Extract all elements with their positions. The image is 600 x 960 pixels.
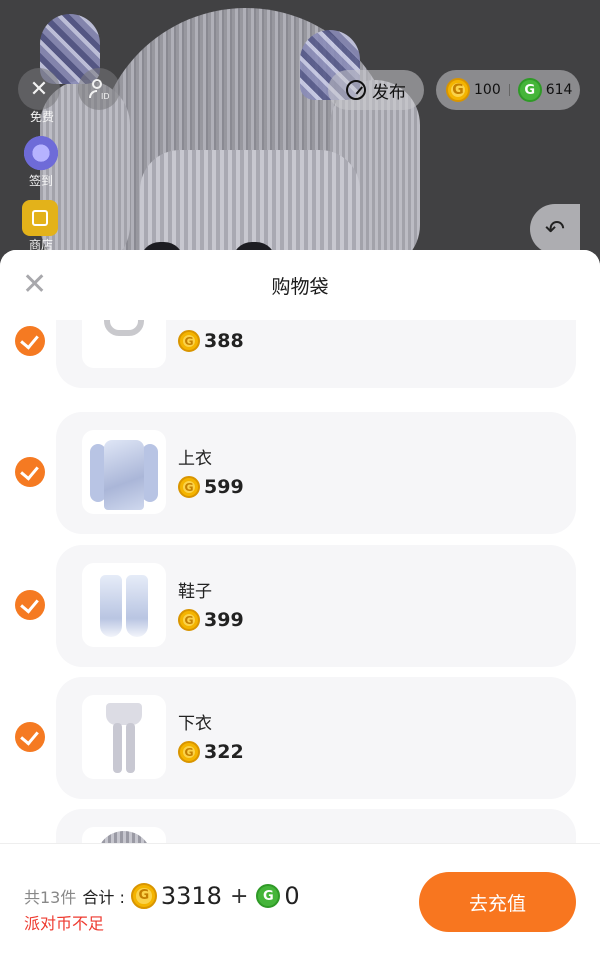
item-card[interactable]: 鞋子 G 399 bbox=[56, 545, 576, 667]
order-summary: 共13件 合计 : G 3318 + G 0 bbox=[24, 882, 300, 910]
gold-coin-icon: G bbox=[178, 330, 200, 352]
side-menu-free-label[interactable]: 免费 bbox=[20, 108, 64, 125]
item-name: 下衣 bbox=[178, 714, 212, 734]
item-list[interactable]: 手表 G 388 上衣 G 599 bbox=[0, 320, 600, 843]
item-thumbnail-hair bbox=[82, 827, 166, 843]
item-thumbnail-bottoms bbox=[82, 695, 166, 779]
publish-button[interactable]: 发布 bbox=[328, 70, 424, 110]
item-price: G 322 bbox=[178, 741, 244, 763]
total-label: 合计 : bbox=[82, 888, 125, 907]
checkin-icon[interactable] bbox=[22, 136, 60, 174]
item-card[interactable]: 发型 bbox=[56, 809, 576, 843]
green-coin-icon: G bbox=[517, 78, 542, 102]
list-item[interactable]: 手表 G 388 bbox=[0, 320, 600, 388]
item-price: G 599 bbox=[178, 476, 244, 498]
sheet-title: 购物袋 bbox=[271, 276, 329, 298]
green-balance: 614 bbox=[545, 82, 573, 98]
avatar-preview: ✕ ID 免费 签到 商店 发布 G 100 G 614 ↶ bbox=[0, 0, 600, 260]
total-gold-value: 3318 bbox=[160, 882, 222, 910]
undo-button[interactable]: ↶ bbox=[530, 204, 580, 254]
list-item[interactable]: 鞋子 G 399 bbox=[0, 545, 600, 667]
item-price-value: 322 bbox=[204, 741, 244, 763]
publish-icon bbox=[346, 80, 366, 100]
item-count: 共13件 bbox=[24, 888, 77, 907]
item-thumbnail-top bbox=[82, 430, 166, 514]
total-gold: G 3318 bbox=[130, 882, 222, 910]
close-icon[interactable]: ✕ bbox=[18, 68, 60, 110]
checkbox-checked[interactable] bbox=[15, 457, 45, 487]
gold-coin-icon: G bbox=[178, 741, 200, 763]
item-price-value: 599 bbox=[204, 476, 244, 498]
svg-text:ID: ID bbox=[101, 92, 110, 101]
undo-icon: ↶ bbox=[544, 215, 566, 243]
currency-balance[interactable]: G 100 G 614 bbox=[436, 70, 580, 110]
item-thumbnail-watch bbox=[82, 320, 166, 368]
gold-coin-icon: G bbox=[130, 883, 157, 909]
gold-coin-icon: G bbox=[446, 78, 470, 102]
checkbox-checked[interactable] bbox=[15, 722, 45, 752]
total-green: G 0 bbox=[256, 882, 300, 910]
total-green-value: 0 bbox=[284, 882, 300, 910]
item-name: 上衣 bbox=[178, 449, 212, 469]
plus-sign: + bbox=[229, 883, 249, 909]
item-price: G 388 bbox=[178, 330, 244, 352]
gold-coin-icon: G bbox=[178, 476, 200, 498]
checkout-bar: 共13件 合计 : G 3318 + G 0 派对币不足 去充值 bbox=[0, 843, 600, 960]
recharge-button[interactable]: 去充值 bbox=[419, 872, 576, 932]
list-item[interactable]: 下衣 G 322 bbox=[0, 677, 600, 799]
item-price-value: 388 bbox=[204, 330, 244, 352]
gold-coin-icon: G bbox=[178, 609, 200, 631]
green-coin-icon: G bbox=[256, 884, 281, 908]
item-name: 鞋子 bbox=[178, 582, 212, 602]
shopping-bag-sheet: ✕ 购物袋 手表 G 388 bbox=[0, 250, 600, 960]
item-card[interactable]: 上衣 G 599 bbox=[56, 412, 576, 534]
insufficient-balance-warning: 派对币不足 bbox=[24, 914, 105, 933]
checkbox-checked[interactable] bbox=[15, 326, 45, 356]
user-id-icon[interactable]: ID bbox=[78, 68, 120, 110]
checkbox-checked[interactable] bbox=[15, 590, 45, 620]
list-item[interactable]: 发型 bbox=[0, 809, 600, 843]
divider bbox=[508, 84, 510, 96]
publish-label: 发布 bbox=[372, 82, 406, 103]
item-name: 手表 bbox=[178, 320, 212, 323]
item-card[interactable]: 手表 G 388 bbox=[56, 320, 576, 388]
item-card[interactable]: 下衣 G 322 bbox=[56, 677, 576, 799]
item-price: G 399 bbox=[178, 609, 244, 631]
list-item[interactable]: 上衣 G 599 bbox=[0, 412, 600, 534]
store-icon[interactable] bbox=[22, 200, 58, 236]
side-menu-checkin-label[interactable]: 签到 bbox=[19, 172, 63, 189]
gold-balance: 100 bbox=[474, 82, 501, 98]
sheet-header: ✕ 购物袋 bbox=[0, 250, 600, 320]
item-thumbnail-shoes bbox=[82, 563, 166, 647]
item-price-value: 399 bbox=[204, 609, 244, 631]
